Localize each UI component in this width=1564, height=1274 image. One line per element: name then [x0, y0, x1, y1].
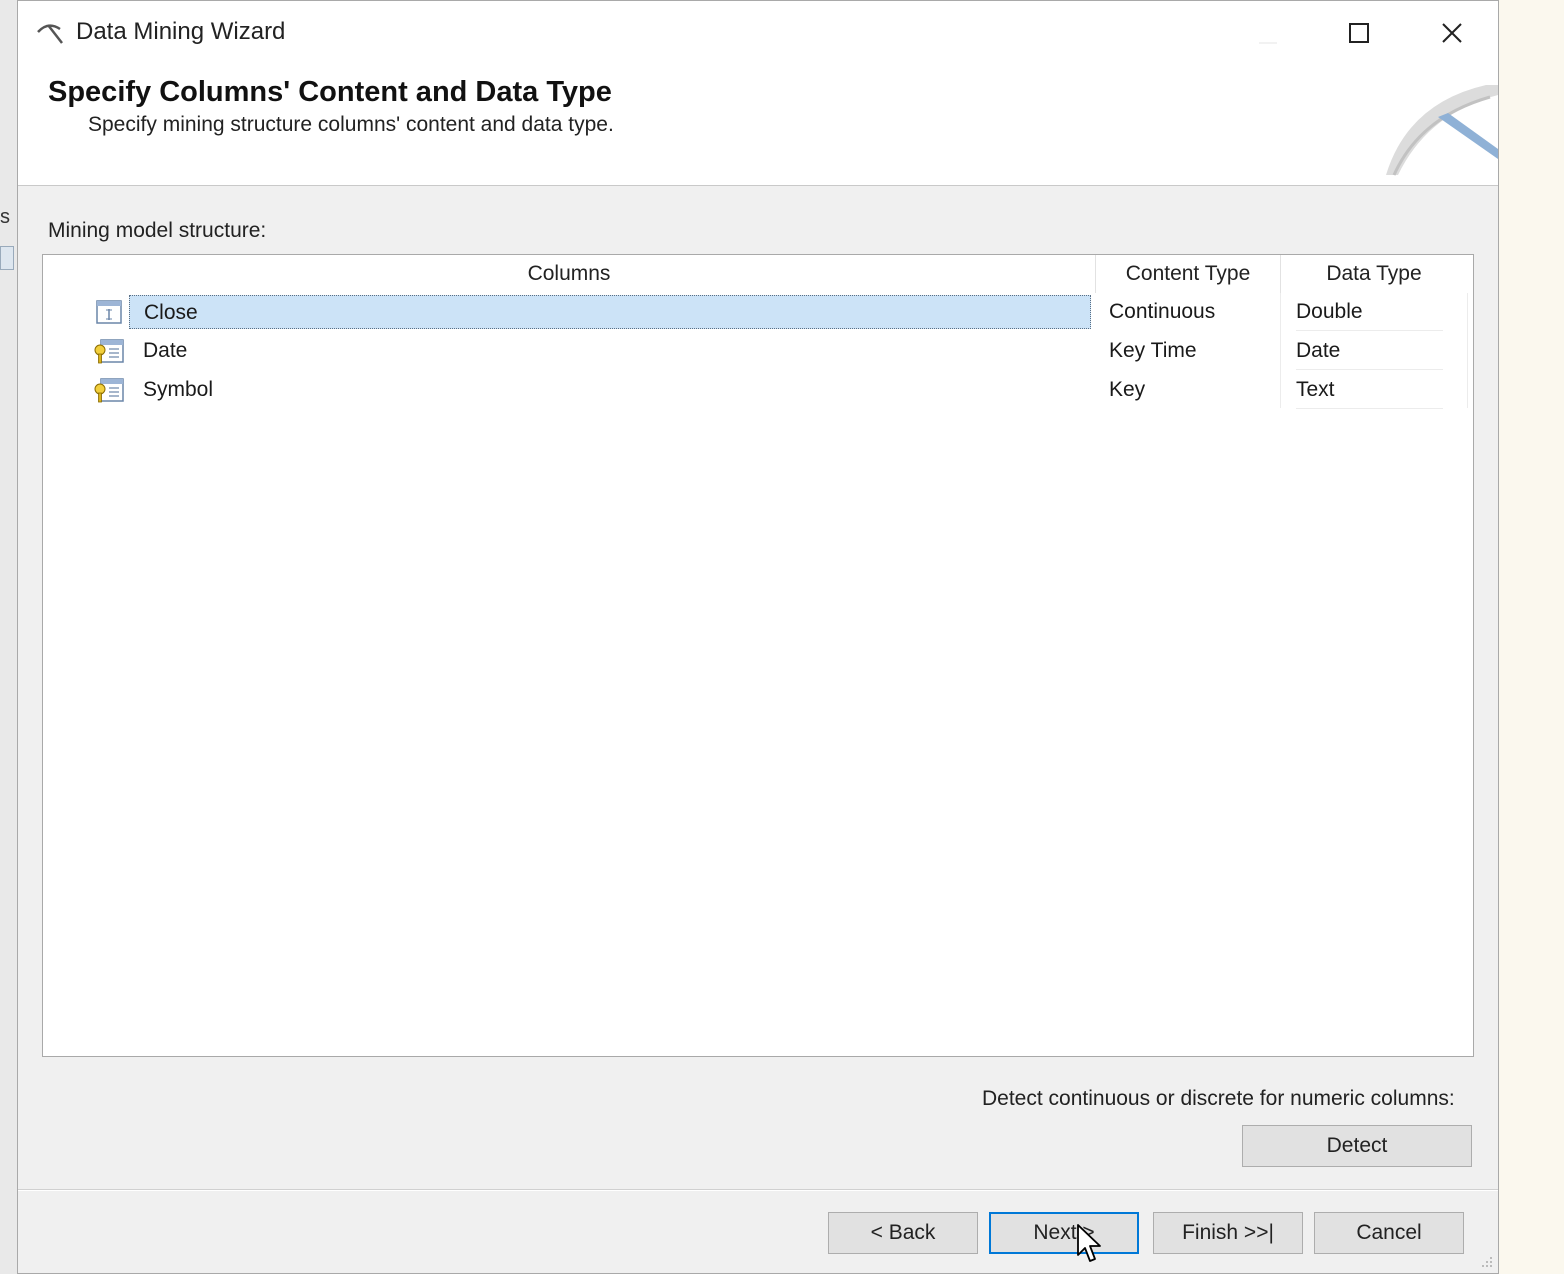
- background-table-icon: [0, 246, 14, 270]
- close-icon: [1442, 23, 1462, 43]
- table-row[interactable]: Close Continuous Double: [43, 293, 1473, 331]
- cancel-button[interactable]: Cancel: [1314, 1212, 1464, 1254]
- content-type-cell[interactable]: Continuous: [1109, 293, 1215, 331]
- mining-model-structure-label: Mining model structure:: [48, 219, 267, 242]
- maximize-button[interactable]: [1329, 11, 1389, 55]
- wizard-header: Specify Columns' Content and Data Type S…: [18, 63, 1498, 186]
- window-title: Data Mining Wizard: [76, 18, 286, 45]
- column-name-cell[interactable]: Close: [129, 295, 1091, 329]
- minimize-icon: [1259, 42, 1277, 44]
- title-bar: Data Mining Wizard: [18, 1, 1498, 63]
- page-title: Specify Columns' Content and Data Type: [48, 76, 612, 108]
- footer-divider: [18, 1189, 1498, 1191]
- minimize-button[interactable]: [1238, 11, 1298, 55]
- wizard-banner-graphic: [1386, 85, 1498, 176]
- table-row[interactable]: Date Key Time Date: [43, 332, 1473, 370]
- mouse-pointer-icon: [1077, 1224, 1101, 1262]
- content-type-cell[interactable]: Key Time: [1109, 332, 1197, 370]
- close-button[interactable]: [1422, 11, 1482, 55]
- columns-header[interactable]: Columns: [43, 255, 1095, 293]
- data-mining-wizard-dialog: Data Mining Wizard Specify Columns' Cont…: [17, 0, 1499, 1274]
- table-row[interactable]: Symbol Key Text: [43, 371, 1473, 409]
- data-type-cell[interactable]: Text: [1296, 371, 1335, 409]
- maximize-icon: [1349, 23, 1369, 43]
- next-button[interactable]: Next >: [989, 1212, 1139, 1254]
- key-column-icon: [94, 339, 124, 364]
- key-column-icon: [94, 378, 124, 403]
- mining-structure-grid[interactable]: Columns Content Type Data Type Close Con…: [42, 254, 1474, 1057]
- column-name-cell[interactable]: Symbol: [129, 373, 1091, 407]
- pickaxe-icon: [37, 24, 63, 44]
- data-type-cell[interactable]: Date: [1296, 332, 1340, 370]
- content-type-header[interactable]: Content Type: [1096, 255, 1280, 293]
- data-type-cell[interactable]: Double: [1296, 293, 1363, 331]
- page-subtitle: Specify mining structure columns' conten…: [88, 113, 614, 136]
- detect-description-label: Detect continuous or discrete for numeri…: [982, 1087, 1455, 1110]
- back-button[interactable]: < Back: [828, 1212, 978, 1254]
- detect-button[interactable]: Detect: [1242, 1125, 1472, 1167]
- column-name-cell[interactable]: Date: [129, 334, 1091, 368]
- resize-grip-icon[interactable]: [1480, 1255, 1494, 1269]
- finish-button[interactable]: Finish >>|: [1153, 1212, 1303, 1254]
- data-type-header[interactable]: Data Type: [1281, 255, 1467, 293]
- content-type-cell[interactable]: Key: [1109, 371, 1145, 409]
- column-icon: [96, 300, 122, 324]
